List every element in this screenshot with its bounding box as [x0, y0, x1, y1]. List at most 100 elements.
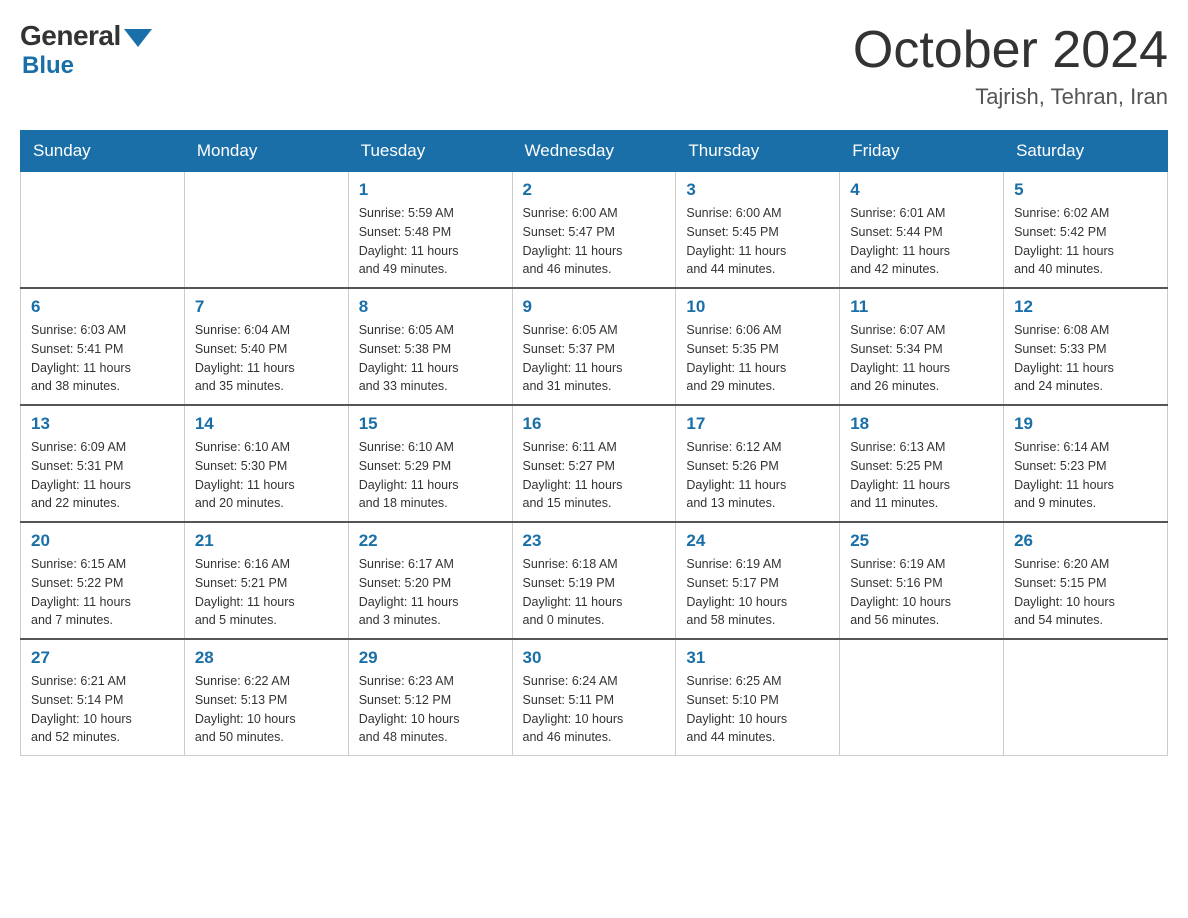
- calendar-cell: 17Sunrise: 6:12 AM Sunset: 5:26 PM Dayli…: [676, 405, 840, 522]
- calendar-cell: 15 Sunrise: 6:10 AM Sunset: 5:29 PM Dayli…: [348, 405, 512, 522]
- day-info: Sunrise: 6:02 AM Sunset: 5:42 PM Dayligh…: [1014, 204, 1157, 279]
- day-info: Sunrise: 6:05 AM Sunset: 5:37 PM Dayligh…: [523, 321, 666, 396]
- calendar-cell: 2 Sunrise: 6:00 AM Sunset: 5:47 PM Daylig…: [512, 172, 676, 289]
- calendar-cell: 26Sunrise: 6:20 AM Sunset: 5:15 PM Dayli…: [1004, 522, 1168, 639]
- calendar-cell: 22 Sunrise: 6:17 AM Sunset: 5:20 PM Dayli…: [348, 522, 512, 639]
- day-number: 10: [686, 297, 829, 317]
- calendar-cell: 18Sunrise: 6:13 AM Sunset: 5:25 PM Dayli…: [840, 405, 1004, 522]
- location: Tajrish, Tehran, Iran: [853, 84, 1168, 110]
- day-number: 13: [31, 414, 174, 434]
- day-info: Sunrise: 6:19 AM Sunset: 5:16 PM Dayligh…: [850, 555, 993, 630]
- calendar-week-1: 1Sunrise: 5:59 AM Sunset: 5:48 PM Daylig…: [21, 172, 1168, 289]
- day-info: Sunrise: 6:16 AM Sunset: 5:21 PM Dayligh…: [195, 555, 338, 630]
- day-number: 12: [1014, 297, 1157, 317]
- title-section: October 2024 Tajrish, Tehran, Iran: [853, 20, 1168, 110]
- day-info: Sunrise: 6:22 AM Sunset: 5:13 PM Dayligh…: [195, 672, 338, 747]
- day-number: 30: [523, 648, 666, 668]
- calendar-cell: 3 Sunrise: 6:00 AM Sunset: 5:45 PM Daylig…: [676, 172, 840, 289]
- day-info: Sunrise: 6:10 AM Sunset: 5:30 PM Dayligh…: [195, 438, 338, 513]
- calendar-week-3: 13 Sunrise: 6:09 AM Sunset: 5:31 PM Dayli…: [21, 405, 1168, 522]
- day-info: Sunrise: 6:13 AM Sunset: 5:25 PM Dayligh…: [850, 438, 993, 513]
- day-info: Sunrise: 6:03 AM Sunset: 5:41 PM Dayligh…: [31, 321, 174, 396]
- calendar-cell: 1Sunrise: 5:59 AM Sunset: 5:48 PM Daylig…: [348, 172, 512, 289]
- calendar-cell: 9 Sunrise: 6:05 AM Sunset: 5:37 PM Daylig…: [512, 288, 676, 405]
- day-info: Sunrise: 6:25 AM Sunset: 5:10 PM Dayligh…: [686, 672, 829, 747]
- calendar-cell: 31 Sunrise: 6:25 AM Sunset: 5:10 PM Dayli…: [676, 639, 840, 756]
- day-number: 7: [195, 297, 338, 317]
- calendar-cell: 27Sunrise: 6:21 AM Sunset: 5:14 PM Dayli…: [21, 639, 185, 756]
- calendar-cell: 8 Sunrise: 6:05 AM Sunset: 5:38 PM Daylig…: [348, 288, 512, 405]
- day-number: 20: [31, 531, 174, 551]
- day-number: 9: [523, 297, 666, 317]
- day-number: 17: [686, 414, 829, 434]
- calendar-cell: 25 Sunrise: 6:19 AM Sunset: 5:16 PM Dayli…: [840, 522, 1004, 639]
- calendar-week-4: 20 Sunrise: 6:15 AM Sunset: 5:22 PM Dayli…: [21, 522, 1168, 639]
- day-number: 11: [850, 297, 993, 317]
- calendar-cell: [184, 172, 348, 289]
- day-number: 25: [850, 531, 993, 551]
- day-info: Sunrise: 5:59 AM Sunset: 5:48 PM Dayligh…: [359, 204, 502, 279]
- calendar-cell: [840, 639, 1004, 756]
- day-number: 28: [195, 648, 338, 668]
- day-number: 23: [523, 531, 666, 551]
- day-number: 15: [359, 414, 502, 434]
- calendar-cell: 5 Sunrise: 6:02 AM Sunset: 5:42 PM Daylig…: [1004, 172, 1168, 289]
- logo: General Blue: [20, 20, 152, 80]
- weekday-header-tuesday: Tuesday: [348, 131, 512, 172]
- day-info: Sunrise: 6:00 AM Sunset: 5:45 PM Dayligh…: [686, 204, 829, 279]
- day-number: 2: [523, 180, 666, 200]
- weekday-header-thursday: Thursday: [676, 131, 840, 172]
- day-info: Sunrise: 6:17 AM Sunset: 5:20 PM Dayligh…: [359, 555, 502, 630]
- day-info: Sunrise: 6:24 AM Sunset: 5:11 PM Dayligh…: [523, 672, 666, 747]
- day-number: 21: [195, 531, 338, 551]
- day-info: Sunrise: 6:01 AM Sunset: 5:44 PM Dayligh…: [850, 204, 993, 279]
- calendar-week-2: 6Sunrise: 6:03 AM Sunset: 5:41 PM Daylig…: [21, 288, 1168, 405]
- calendar-cell: 16 Sunrise: 6:11 AM Sunset: 5:27 PM Dayli…: [512, 405, 676, 522]
- calendar-cell: 6Sunrise: 6:03 AM Sunset: 5:41 PM Daylig…: [21, 288, 185, 405]
- calendar-cell: 13 Sunrise: 6:09 AM Sunset: 5:31 PM Dayli…: [21, 405, 185, 522]
- calendar-cell: 24Sunrise: 6:19 AM Sunset: 5:17 PM Dayli…: [676, 522, 840, 639]
- calendar-cell: 23 Sunrise: 6:18 AM Sunset: 5:19 PM Dayli…: [512, 522, 676, 639]
- calendar-cell: 12Sunrise: 6:08 AM Sunset: 5:33 PM Dayli…: [1004, 288, 1168, 405]
- weekday-header-wednesday: Wednesday: [512, 131, 676, 172]
- page-header: General Blue October 2024 Tajrish, Tehra…: [20, 20, 1168, 110]
- calendar-cell: 19 Sunrise: 6:14 AM Sunset: 5:23 PM Dayli…: [1004, 405, 1168, 522]
- day-info: Sunrise: 6:05 AM Sunset: 5:38 PM Dayligh…: [359, 321, 502, 396]
- day-info: Sunrise: 6:14 AM Sunset: 5:23 PM Dayligh…: [1014, 438, 1157, 513]
- day-number: 3: [686, 180, 829, 200]
- calendar-cell: 30 Sunrise: 6:24 AM Sunset: 5:11 PM Dayli…: [512, 639, 676, 756]
- day-number: 22: [359, 531, 502, 551]
- calendar-cell: 4Sunrise: 6:01 AM Sunset: 5:44 PM Daylig…: [840, 172, 1004, 289]
- calendar-cell: [21, 172, 185, 289]
- day-info: Sunrise: 6:18 AM Sunset: 5:19 PM Dayligh…: [523, 555, 666, 630]
- day-info: Sunrise: 6:10 AM Sunset: 5:29 PM Dayligh…: [359, 438, 502, 513]
- day-number: 5: [1014, 180, 1157, 200]
- calendar-cell: 7Sunrise: 6:04 AM Sunset: 5:40 PM Daylig…: [184, 288, 348, 405]
- weekday-header-sunday: Sunday: [21, 131, 185, 172]
- day-info: Sunrise: 6:20 AM Sunset: 5:15 PM Dayligh…: [1014, 555, 1157, 630]
- day-number: 29: [359, 648, 502, 668]
- calendar-table: SundayMondayTuesdayWednesdayThursdayFrid…: [20, 130, 1168, 756]
- weekday-header-monday: Monday: [184, 131, 348, 172]
- day-info: Sunrise: 6:00 AM Sunset: 5:47 PM Dayligh…: [523, 204, 666, 279]
- day-info: Sunrise: 6:09 AM Sunset: 5:31 PM Dayligh…: [31, 438, 174, 513]
- calendar-cell: 29Sunrise: 6:23 AM Sunset: 5:12 PM Dayli…: [348, 639, 512, 756]
- month-title: October 2024: [853, 20, 1168, 80]
- day-number: 8: [359, 297, 502, 317]
- day-number: 16: [523, 414, 666, 434]
- logo-blue-text: Blue: [22, 52, 74, 80]
- weekday-header-saturday: Saturday: [1004, 131, 1168, 172]
- weekday-header-friday: Friday: [840, 131, 1004, 172]
- day-info: Sunrise: 6:15 AM Sunset: 5:22 PM Dayligh…: [31, 555, 174, 630]
- day-info: Sunrise: 6:11 AM Sunset: 5:27 PM Dayligh…: [523, 438, 666, 513]
- calendar-week-5: 27Sunrise: 6:21 AM Sunset: 5:14 PM Dayli…: [21, 639, 1168, 756]
- calendar-header-row: SundayMondayTuesdayWednesdayThursdayFrid…: [21, 131, 1168, 172]
- calendar-cell: 11 Sunrise: 6:07 AM Sunset: 5:34 PM Dayli…: [840, 288, 1004, 405]
- calendar-cell: [1004, 639, 1168, 756]
- day-info: Sunrise: 6:19 AM Sunset: 5:17 PM Dayligh…: [686, 555, 829, 630]
- day-number: 31: [686, 648, 829, 668]
- calendar-cell: 20 Sunrise: 6:15 AM Sunset: 5:22 PM Dayli…: [21, 522, 185, 639]
- day-info: Sunrise: 6:07 AM Sunset: 5:34 PM Dayligh…: [850, 321, 993, 396]
- logo-arrow-icon: [124, 29, 152, 47]
- day-number: 19: [1014, 414, 1157, 434]
